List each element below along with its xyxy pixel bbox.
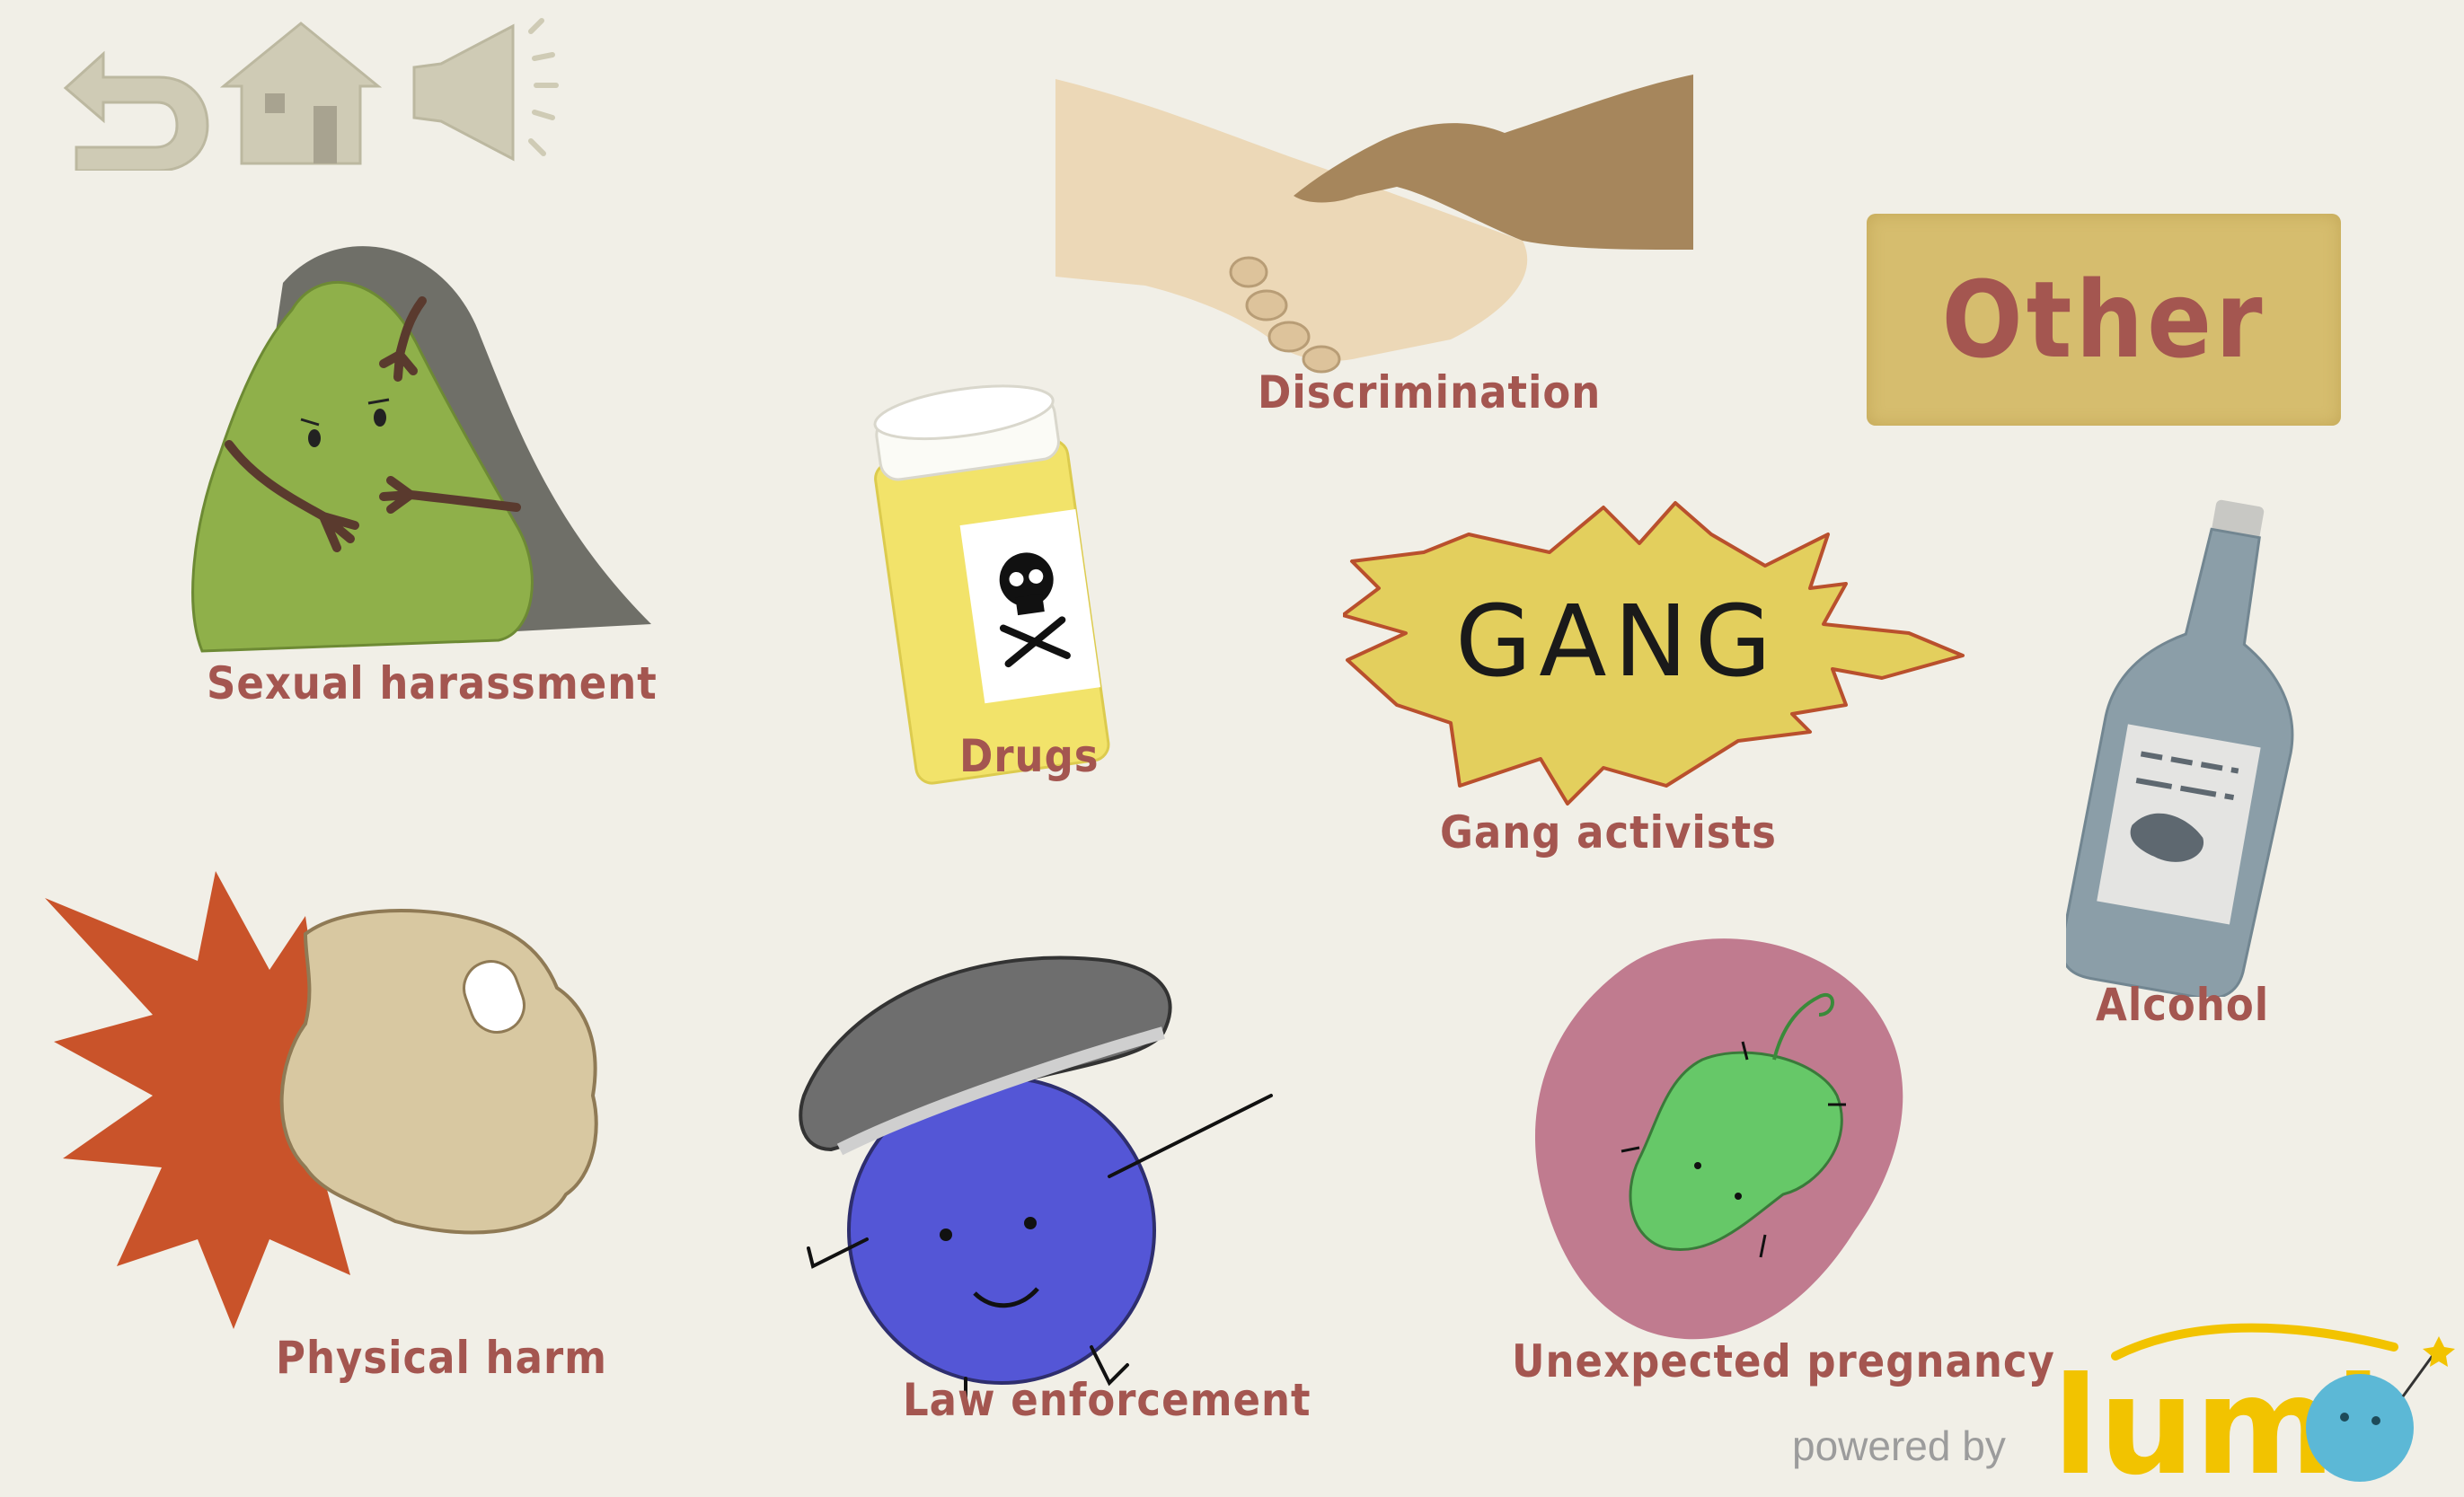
- alcohol-tile[interactable]: [2060, 494, 2327, 1000]
- back-button[interactable]: [49, 27, 211, 172]
- powered-by-text: powered by: [1792, 1422, 2006, 1469]
- handshake-icon: [1055, 75, 1693, 374]
- gang-sign-text: GANG: [1455, 584, 1780, 699]
- home-button[interactable]: [219, 20, 383, 168]
- gang-activists-label[interactable]: Gang activists: [1440, 806, 1777, 859]
- undo-arrow-icon: [63, 50, 209, 172]
- drugs-tile[interactable]: [862, 377, 1132, 790]
- physical-harm-tile[interactable]: [36, 862, 647, 1338]
- lumi-logo[interactable]: lumi: [2044, 1311, 2457, 1497]
- sexual-harassment-label[interactable]: Sexual harassment: [207, 657, 658, 709]
- house-icon: [219, 22, 383, 165]
- discrimination-label[interactable]: Discrimination: [1258, 366, 1601, 418]
- pill-bottle-icon: [873, 384, 1110, 785]
- sound-button[interactable]: [409, 13, 561, 171]
- other-button-label: Other: [1941, 258, 2266, 382]
- alcohol-label[interactable]: Alcohol: [2096, 979, 2269, 1031]
- drugs-label[interactable]: Drugs: [959, 730, 1100, 782]
- sexual-harassment-tile[interactable]: [175, 229, 660, 660]
- embryo-blob-icon: [1535, 938, 1903, 1340]
- discrimination-tile[interactable]: [1055, 70, 1698, 375]
- other-button[interactable]: Other: [1867, 214, 2341, 426]
- hiding-creature-icon: [191, 246, 651, 653]
- lumi-logo-icon: lumi: [2053, 1323, 2455, 1497]
- law-enforcement-label[interactable]: Law enforcement: [903, 1374, 1311, 1426]
- liquor-bottle-icon: [2060, 499, 2294, 1000]
- law-enforcement-tile[interactable]: [786, 934, 1298, 1403]
- police-cap-ball-icon: [799, 955, 1273, 1403]
- fist-punch-icon: [45, 871, 598, 1329]
- unexpected-pregnancy-tile[interactable]: [1532, 925, 1945, 1356]
- speaker-icon: [412, 18, 559, 162]
- unexpected-pregnancy-label[interactable]: Unexpected pregnancy: [1512, 1335, 2055, 1387]
- physical-harm-label[interactable]: Physical harm: [276, 1332, 607, 1384]
